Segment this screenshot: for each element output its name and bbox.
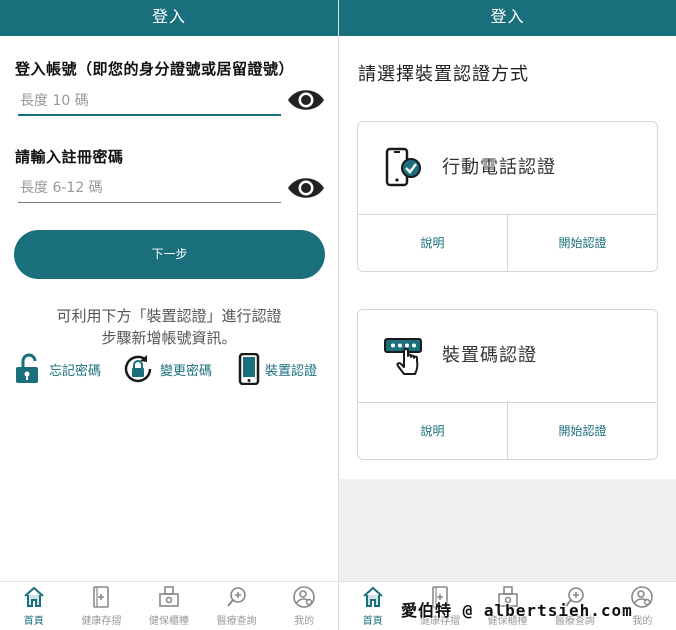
account-placeholder: 長度 10 碼 [20, 93, 89, 109]
phone-auth-name: 行動電話認證 [442, 157, 556, 178]
login-panel: 登入 登入帳號（即您的身分證號或居留證號） 長度 10 碼 請輸入註冊密碼 長度… [0, 0, 338, 630]
health-record-icon [93, 586, 110, 608]
nav-home[interactable]: 首頁 [339, 582, 406, 630]
watermark: 愛伯特 @ albertsieh.com [401, 601, 633, 620]
phone-verified-icon [385, 147, 421, 187]
medical-search-icon [226, 587, 246, 607]
password-placeholder: 長度 6-12 碼 [20, 180, 103, 196]
nav-counter[interactable]: 健保櫃檯 [135, 582, 203, 630]
phone-auth-header[interactable]: 行動電話認證 [358, 122, 657, 215]
device-auth-link[interactable]: 裝置認證 [238, 353, 317, 385]
forgot-password-link[interactable]: 忘記密碼 [14, 353, 101, 385]
device-auth-panel: 登入 請選擇裝置認證方式 行動電話認證 說明 開始認證 裝置碼認證 說明 開始認… [339, 0, 676, 630]
refresh-lock-icon [124, 355, 152, 383]
phone-icon [238, 353, 260, 385]
device-code-icon [384, 338, 422, 375]
hint-line-2: 步驟新增帳號資訊。 [101, 329, 237, 347]
device-code-actions: 說明 開始認證 [358, 403, 657, 460]
topbar-title: 登入 [339, 0, 676, 36]
empty-area [339, 479, 676, 581]
device-code-card: 裝置碼認證 說明 開始認證 [357, 309, 658, 460]
device-code-header[interactable]: 裝置碼認證 [358, 310, 657, 403]
phone-auth-card: 行動電話認證 說明 開始認證 [357, 121, 658, 272]
topbar-title: 登入 [0, 0, 338, 36]
nav-medical-search[interactable]: 醫療查詢 [203, 582, 271, 630]
eye-icon[interactable] [286, 86, 326, 114]
home-icon [363, 586, 383, 607]
password-label: 請輸入註冊密碼 [15, 148, 124, 166]
password-input[interactable]: 長度 6-12 碼 [18, 173, 281, 203]
change-password-label: 變更密碼 [160, 363, 213, 379]
home-icon [24, 586, 44, 607]
device-code-start-button[interactable]: 開始認證 [507, 403, 657, 460]
device-auth-label: 裝置認證 [265, 363, 318, 379]
user-settings-icon [293, 586, 315, 608]
nav-mine[interactable]: 我的 [270, 582, 338, 630]
eye-icon[interactable] [286, 174, 326, 202]
account-input[interactable]: 長度 10 碼 [18, 86, 281, 116]
user-settings-icon [631, 586, 654, 608]
forgot-password-label: 忘記密碼 [49, 363, 102, 379]
device-code-name: 裝置碼認證 [442, 345, 537, 366]
nav-home[interactable]: 首頁 [0, 582, 68, 630]
device-code-explain-button[interactable]: 說明 [358, 403, 507, 460]
hint-line-1: 可利用下方「裝置認證」進行認證 [56, 307, 282, 325]
phone-auth-actions: 說明 開始認證 [358, 215, 657, 272]
counter-icon [159, 586, 179, 607]
bottom-nav: 首頁 健康存摺 健保櫃檯 醫療查詢 我的 [0, 581, 338, 630]
choose-method-title: 請選擇裝置認證方式 [358, 64, 529, 85]
unlock-icon [16, 353, 38, 383]
nav-health-record[interactable]: 健康存摺 [68, 582, 136, 630]
phone-auth-explain-button[interactable]: 說明 [358, 215, 507, 272]
change-password-link[interactable]: 變更密碼 [122, 353, 212, 385]
account-label: 登入帳號（即您的身分證號或居留證號） [15, 60, 295, 78]
next-step-button[interactable]: 下一步 [14, 230, 325, 279]
phone-auth-start-button[interactable]: 開始認證 [507, 215, 657, 272]
